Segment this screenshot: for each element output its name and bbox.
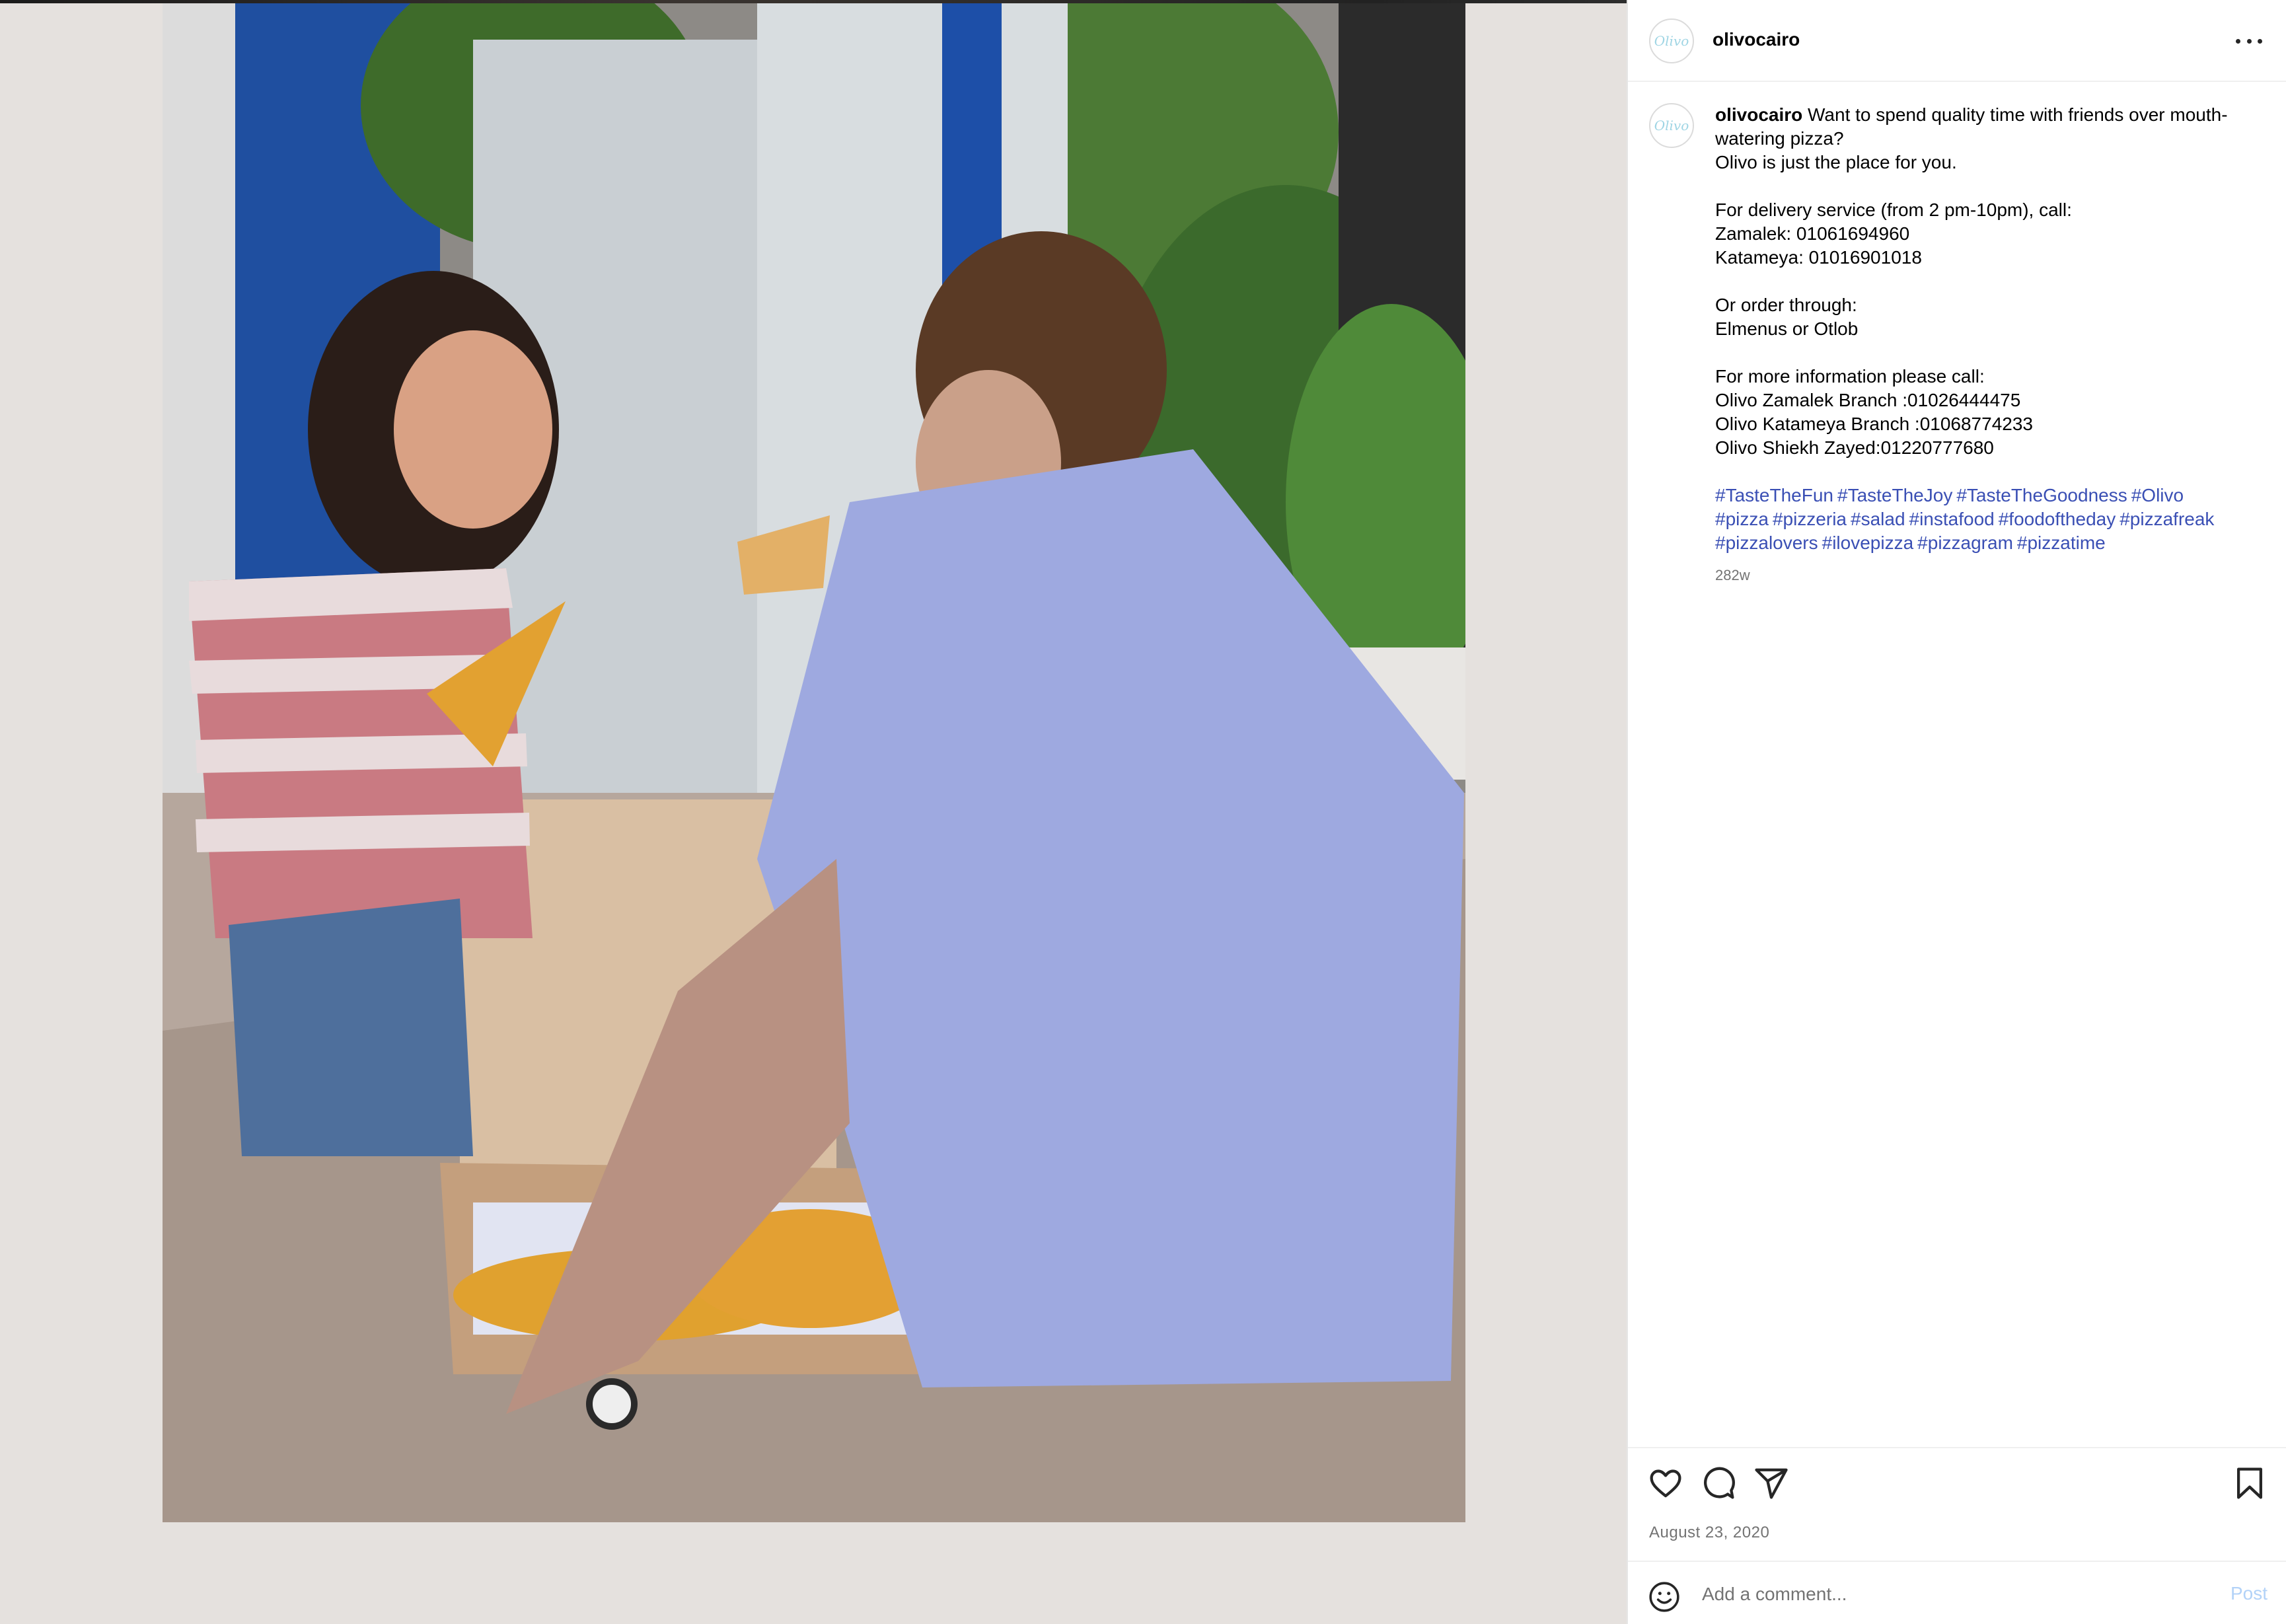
avatar-logo-text: Olivo xyxy=(1654,33,1689,49)
hashtag-link[interactable]: #pizzeria xyxy=(1773,509,1847,529)
hashtag-link[interactable]: #foodoftheday xyxy=(1999,509,2116,529)
post-side-panel: Olivo olivocairo Olivo olivocairo Want t… xyxy=(1627,0,2286,1624)
hashtags: #TasteTheFun #TasteTheJoy #TasteTheGoodnes… xyxy=(1715,484,2270,555)
post-age[interactable]: 282w xyxy=(1715,567,1750,584)
hashtag-line: #pizza #pizzeria #salad #instafood #foodofth… xyxy=(1715,507,2270,531)
comment-bubble-icon[interactable] xyxy=(1701,1465,1736,1501)
caption-avatar[interactable]: Olivo xyxy=(1649,103,1694,148)
caption-line: Olivo Katameya Branch :01068774233 xyxy=(1715,414,2033,434)
caption-line xyxy=(1715,460,2270,484)
username-link[interactable]: olivocairo xyxy=(1713,29,1800,50)
heart-icon[interactable] xyxy=(1648,1465,1683,1501)
caption-line: Elmenus or Otlob xyxy=(1715,318,1859,339)
caption-line: Zamalek: 01061694960 xyxy=(1715,223,1910,244)
post-actions xyxy=(1628,1447,2286,1520)
caption-line: For delivery service (from 2 pm-10pm), c… xyxy=(1715,200,2072,220)
hashtag-link[interactable]: #ilovepizza xyxy=(1822,533,1914,553)
hashtag-link[interactable]: #pizzagram xyxy=(1917,533,2013,553)
hashtag-link[interactable]: #pizzafreak xyxy=(2120,509,2214,529)
hashtag-link[interactable]: #pizzalovers xyxy=(1715,533,1818,553)
caption-username[interactable]: olivocairo xyxy=(1715,104,1802,125)
caption-line: olivocairo Want to spend quality time wi… xyxy=(1715,104,2228,125)
caption-line xyxy=(1715,341,2270,365)
hashtag-link[interactable]: #TasteTheJoy xyxy=(1837,485,1952,505)
caption-line xyxy=(1715,270,2270,293)
caption-line xyxy=(1715,174,2270,198)
media-area xyxy=(0,0,1627,1624)
hashtag-link[interactable]: #salad xyxy=(1851,509,1905,529)
caption-line: watering pizza? xyxy=(1715,128,1844,149)
post-image-illustration xyxy=(163,0,1465,1522)
comment-bar: Post xyxy=(1628,1561,2286,1624)
hashtag-link[interactable]: #TasteTheFun xyxy=(1715,485,1833,505)
caption-line: Or order through: xyxy=(1715,295,1857,315)
more-options-button[interactable] xyxy=(2236,29,2262,53)
hashtag-link[interactable]: #Olivo xyxy=(2131,485,2184,505)
post-caption: olivocairo Want to spend quality time wi… xyxy=(1715,103,2270,555)
caption-line: Olivo Zamalek Branch :01026444475 xyxy=(1715,390,2021,410)
caption-line: Olivo is just the place for you. xyxy=(1715,152,1957,172)
comment-input[interactable] xyxy=(1702,1578,2164,1611)
smiley-icon[interactable] xyxy=(1648,1580,1681,1613)
hashtag-line: #pizzalovers #ilovepizza #pizzagram #pizzat… xyxy=(1715,531,2270,555)
avatar-logo-text: Olivo xyxy=(1654,118,1689,133)
post-date: August 23, 2020 xyxy=(1649,1524,1770,1541)
post-header: Olivo olivocairo xyxy=(1628,0,2286,82)
hashtag-link[interactable]: #instafood xyxy=(1909,509,1995,529)
caption-line: Olivo Shiekh Zayed:01220777680 xyxy=(1715,437,1994,458)
post-comment-button[interactable]: Post xyxy=(2231,1583,2268,1604)
avatar[interactable]: Olivo xyxy=(1649,18,1694,63)
hashtag-link[interactable]: #TasteTheGoodness xyxy=(1956,485,2127,505)
hashtag-link[interactable]: #pizzatime xyxy=(2017,533,2106,553)
hashtag-line: #TasteTheFun #TasteTheJoy #TasteTheGoodnes… xyxy=(1715,484,2270,507)
hashtag-link[interactable]: #pizza xyxy=(1715,509,1769,529)
post-photo[interactable] xyxy=(163,0,1465,1522)
bookmark-icon[interactable] xyxy=(2232,1465,2268,1501)
caption-line: For more information please call: xyxy=(1715,366,1985,387)
more-options-icon xyxy=(2236,38,2240,44)
caption-line: Katameya: 01016901018 xyxy=(1715,247,1922,268)
paper-plane-icon[interactable] xyxy=(1753,1465,1789,1501)
